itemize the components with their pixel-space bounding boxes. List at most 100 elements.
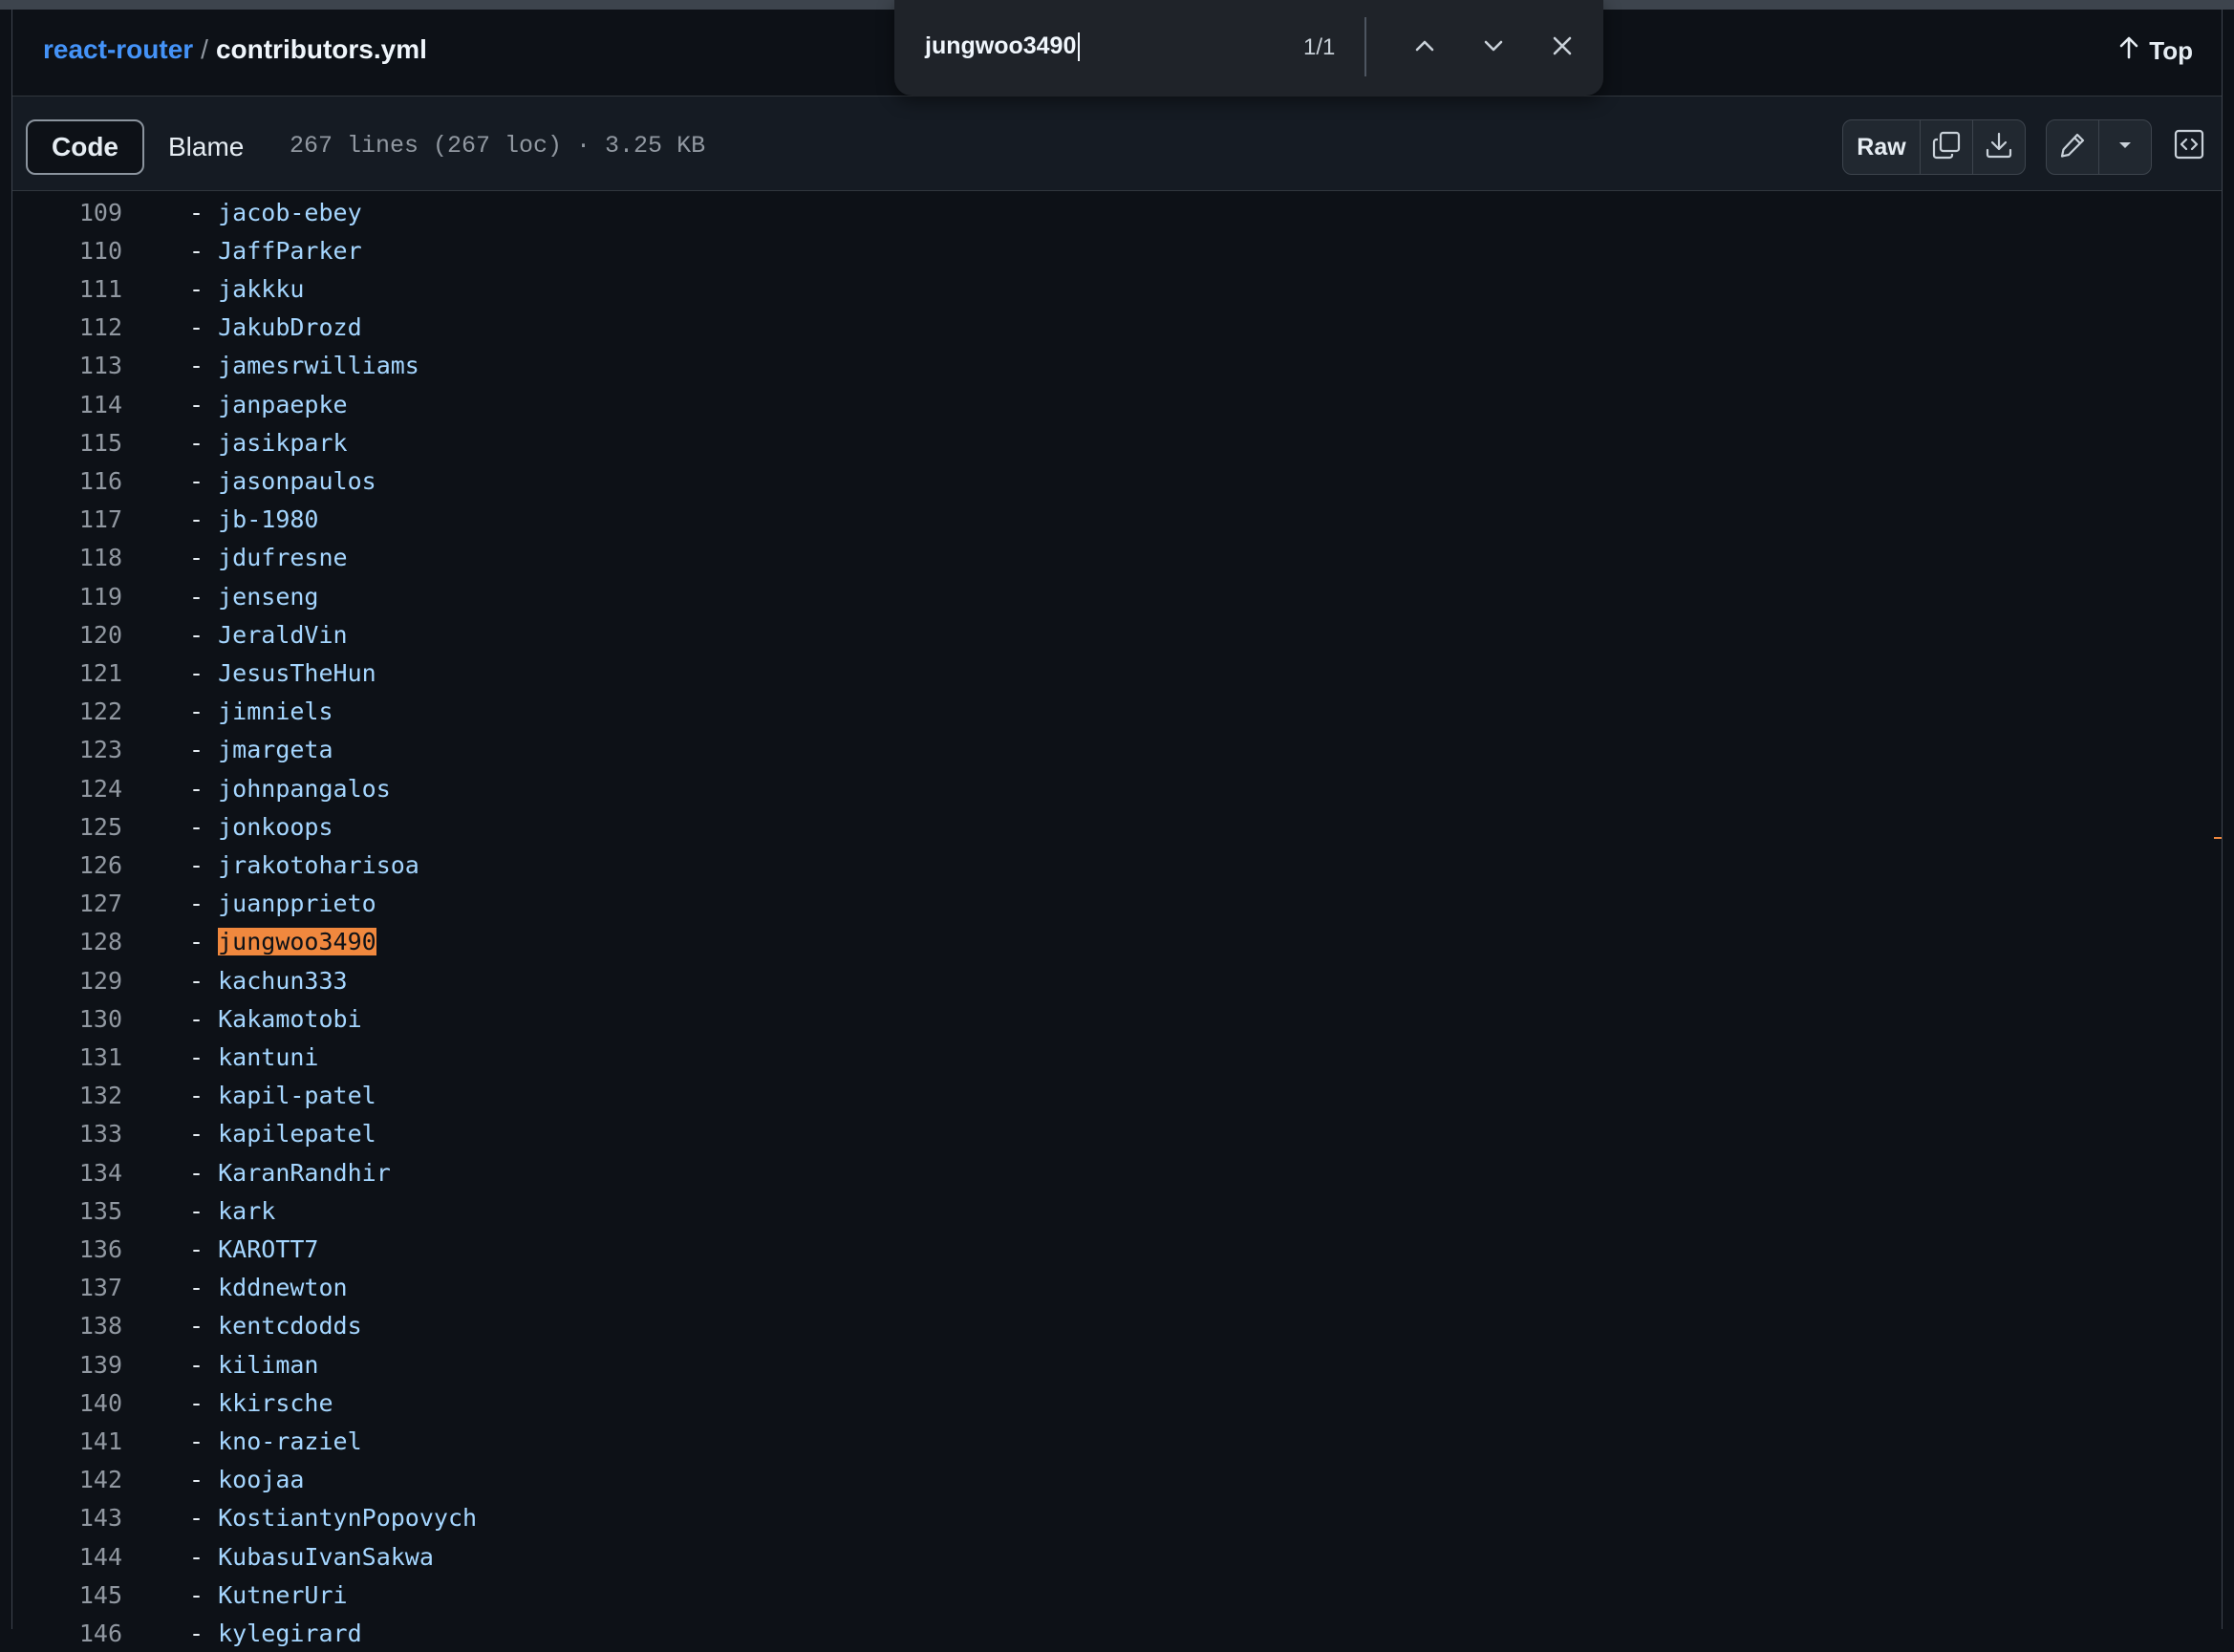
line-number[interactable]: 114 [12, 391, 122, 418]
find-next-button[interactable] [1476, 31, 1511, 65]
line-number[interactable]: 129 [12, 967, 122, 995]
code-line: 114 - janpaepke [12, 385, 2222, 423]
line-content: - kachun333 [189, 967, 348, 995]
list-dash: - [189, 544, 204, 572]
list-dash: - [189, 1542, 204, 1571]
line-number[interactable]: 109 [12, 199, 122, 226]
line-content: - kapilepatel [189, 1120, 376, 1148]
symbols-panel-button[interactable] [2162, 119, 2216, 173]
more-edit-options-button[interactable] [2099, 120, 2151, 174]
contributor-name: kantuni [218, 1042, 319, 1071]
chevron-down-icon [1482, 38, 1505, 58]
code-line: 119 - jenseng [12, 577, 2222, 615]
line-number[interactable]: 144 [12, 1543, 122, 1571]
contributor-name: kapilepatel [218, 1120, 376, 1148]
contributor-name: JakubDrozd [218, 313, 362, 342]
download-raw-button[interactable] [1973, 120, 2025, 174]
line-number[interactable]: 136 [12, 1235, 122, 1263]
list-dash: - [189, 1350, 204, 1379]
line-number[interactable]: 112 [12, 313, 122, 341]
list-dash: - [189, 1274, 204, 1302]
contributor-name: jonkoops [218, 812, 333, 841]
line-number[interactable]: 111 [12, 275, 122, 303]
line-content: - jungwoo3490 [189, 928, 376, 956]
line-number[interactable]: 145 [12, 1581, 122, 1609]
line-number[interactable]: 115 [12, 429, 122, 457]
find-previous-button[interactable] [1407, 31, 1442, 65]
raw-button[interactable]: Raw [1843, 120, 1921, 174]
line-number[interactable]: 124 [12, 775, 122, 803]
line-number[interactable]: 119 [12, 583, 122, 611]
list-dash: - [189, 198, 204, 226]
line-number[interactable]: 125 [12, 813, 122, 841]
contributor-name: jdufresne [218, 544, 348, 572]
line-number[interactable]: 120 [12, 621, 122, 649]
line-content: - jmargeta [189, 736, 333, 763]
line-number[interactable]: 133 [12, 1120, 122, 1148]
line-number[interactable]: 137 [12, 1274, 122, 1301]
list-dash: - [189, 582, 204, 611]
contributor-name: jacob-ebey [218, 198, 362, 226]
line-number[interactable]: 122 [12, 697, 122, 725]
line-number[interactable]: 132 [12, 1082, 122, 1109]
line-number[interactable]: 116 [12, 467, 122, 495]
search-match-highlight: jungwoo3490 [218, 928, 376, 956]
line-number[interactable]: 126 [12, 851, 122, 879]
line-number[interactable]: 123 [12, 736, 122, 763]
copy-raw-button[interactable] [1921, 120, 1973, 174]
list-dash: - [189, 390, 204, 418]
line-number[interactable]: 110 [12, 237, 122, 265]
breadcrumb-repo-link[interactable]: react-router [43, 34, 193, 64]
line-number[interactable]: 118 [12, 544, 122, 571]
find-input[interactable]: jungwoo3490 [925, 32, 1081, 62]
line-content: - juanpprieto [189, 890, 376, 917]
line-content: - kantuni [189, 1043, 318, 1071]
line-content: - JesusTheHun [189, 659, 376, 687]
line-number[interactable]: 117 [12, 505, 122, 533]
contributor-name: kiliman [218, 1350, 319, 1379]
line-number[interactable]: 139 [12, 1351, 122, 1379]
contributor-name: Kakamotobi [218, 1004, 362, 1033]
line-content: - jdufresne [189, 544, 348, 571]
line-number[interactable]: 146 [12, 1620, 122, 1647]
file-toolbar: Code Blame 267 lines (267 loc) · 3.25 KB… [12, 97, 2222, 191]
line-content: - JeraldVin [189, 621, 348, 649]
line-number[interactable]: 141 [12, 1427, 122, 1455]
line-number[interactable]: 134 [12, 1159, 122, 1187]
top-button-label: Top [2149, 36, 2193, 65]
line-number[interactable]: 135 [12, 1197, 122, 1225]
code-line: 118 - jdufresne [12, 539, 2222, 577]
list-dash: - [189, 1466, 204, 1494]
code-line: 128 - jungwoo3490 [12, 923, 2222, 961]
line-number[interactable]: 138 [12, 1312, 122, 1340]
code-line: 112 - JakubDrozd [12, 309, 2222, 347]
top-button[interactable]: Top [2118, 36, 2193, 66]
contributor-name: johnpangalos [218, 774, 391, 803]
pencil-icon [2058, 131, 2087, 164]
tab-code[interactable]: Code [26, 119, 144, 175]
line-number[interactable]: 121 [12, 659, 122, 687]
code-line: 124 - johnpangalos [12, 769, 2222, 807]
line-content: - jenseng [189, 583, 318, 611]
code-line: 125 - jonkoops [12, 807, 2222, 846]
tab-blame[interactable]: Blame [144, 119, 268, 175]
code-line: 115 - jasikpark [12, 423, 2222, 461]
code-view: 109 - jacob-ebey 110 - JaffParker 111 - jakkk… [12, 191, 2222, 1647]
line-number[interactable]: 113 [12, 352, 122, 379]
line-number[interactable]: 127 [12, 890, 122, 917]
line-number[interactable]: 130 [12, 1005, 122, 1033]
find-close-button[interactable] [1545, 31, 1579, 65]
line-number[interactable]: 142 [12, 1466, 122, 1493]
line-number[interactable]: 128 [12, 928, 122, 955]
code-square-icon [2173, 128, 2205, 165]
contributor-name: kkirsche [218, 1388, 333, 1417]
list-dash: - [189, 1388, 204, 1417]
line-number[interactable]: 131 [12, 1043, 122, 1071]
line-number[interactable]: 140 [12, 1389, 122, 1417]
file-view: react-router / contributors.yml Top Code B… [11, 10, 2223, 1647]
contributor-name: kddnewton [218, 1274, 348, 1302]
edit-file-button[interactable] [2047, 120, 2099, 174]
find-bar: jungwoo3490 1/1 [894, 0, 1603, 96]
line-number[interactable]: 143 [12, 1504, 122, 1532]
list-dash: - [189, 1580, 204, 1609]
